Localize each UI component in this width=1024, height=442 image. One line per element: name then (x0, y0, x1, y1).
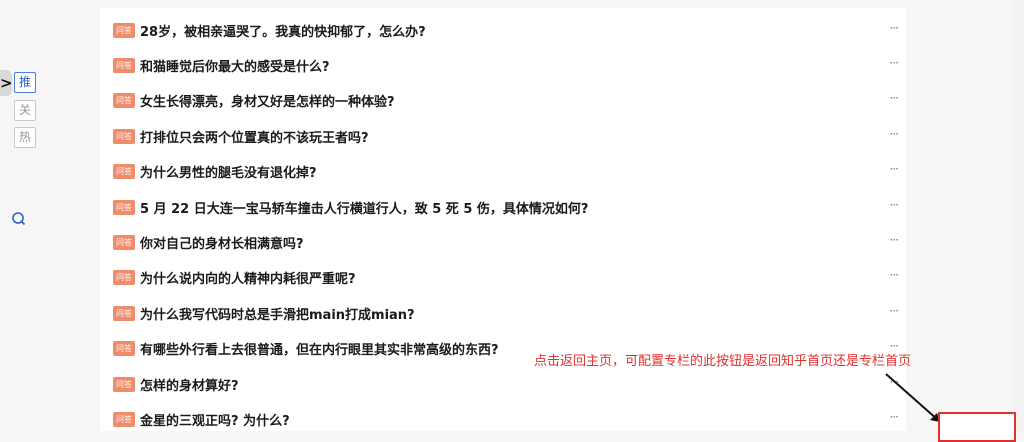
list-item[interactable]: 问答 打排位只会两个位置真的不该玩王者吗? ··· (100, 117, 906, 152)
question-title[interactable]: 为什么我写代码时总是手滑把main打成mian? (140, 304, 415, 323)
list-item[interactable]: 问答 为什么男性的腿毛没有退化掉? ··· (100, 152, 906, 187)
question-title[interactable]: 有哪些外行看上去很普通，但在内行眼里其实非常高级的东西? (140, 339, 499, 358)
qa-badge: 问答 (113, 23, 135, 38)
list-item[interactable]: 问答 和猫睡觉后你最大的感受是什么? ··· (100, 46, 906, 81)
question-title[interactable]: 和猫睡觉后你最大的感受是什么? (140, 56, 330, 75)
list-item[interactable]: 问答 女生长得漂亮，身材又好是怎样的一种体验? ··· (100, 81, 906, 116)
tab-follow[interactable]: 关 (14, 100, 36, 121)
qa-badge: 问答 (113, 341, 135, 356)
list-item[interactable]: 问答 28岁，被相亲逼哭了。我真的快抑郁了，怎么办? ··· (100, 11, 906, 46)
tab-hot[interactable]: 热 (14, 127, 36, 148)
qa-badge: 问答 (113, 306, 135, 321)
question-title[interactable]: 怎样的身材算好? (140, 375, 239, 394)
question-title[interactable]: 为什么男性的腿毛没有退化掉? (140, 162, 317, 181)
list-item[interactable]: 问答 5 月 22 日大连一宝马轿车撞击人行横道行人，致 5 死 5 伤，具体情况… (100, 188, 906, 223)
list-item[interactable]: 问答 金星的三观正吗? 为什么? ··· (100, 400, 906, 435)
list-item[interactable]: 问答 为什么我写代码时总是手滑把main打成mian? ··· (100, 294, 906, 329)
more-options-icon[interactable]: ··· (890, 56, 900, 70)
qa-badge: 问答 (113, 235, 135, 250)
more-options-icon[interactable]: ··· (890, 198, 900, 212)
question-title[interactable]: 打排位只会两个位置真的不该玩王者吗? (140, 127, 369, 146)
list-item[interactable]: 问答 你对自己的身材长相满意吗? ··· (100, 223, 906, 258)
collapse-handle[interactable]: > (0, 70, 13, 96)
list-item[interactable]: 问答 为什么说内向的人精神内耗很严重呢? ··· (100, 258, 906, 293)
more-options-icon[interactable]: ··· (890, 21, 900, 35)
qa-badge: 问答 (113, 58, 135, 73)
more-options-icon[interactable]: ··· (890, 91, 900, 105)
scrollbar[interactable] (1012, 0, 1024, 431)
list-item[interactable]: 问答怎样的身材算好?··· (100, 365, 906, 400)
tab-recommend[interactable]: 推 (14, 72, 36, 93)
qa-badge: 问答 (113, 270, 135, 285)
qa-badge: 问答 (113, 164, 135, 179)
left-nav: > 推 关 热 (0, 0, 60, 431)
question-title[interactable]: 女生长得漂亮，身材又好是怎样的一种体验? (140, 91, 395, 110)
search-icon[interactable] (11, 211, 27, 227)
question-title[interactable]: 5 月 22 日大连一宝马轿车撞击人行横道行人，致 5 死 5 伤，具体情况如何… (140, 198, 588, 217)
more-options-icon[interactable]: ··· (890, 127, 900, 141)
qa-badge: 问答 (113, 200, 135, 215)
question-title[interactable]: 金星的三观正吗? 为什么? (140, 410, 290, 429)
qa-badge: 问答 (113, 412, 135, 427)
qa-badge: 问答 (113, 129, 135, 144)
qa-badge: 问答 (113, 377, 135, 392)
home-button-highlight[interactable] (938, 412, 1016, 442)
more-options-icon[interactable]: ··· (890, 268, 900, 282)
qa-badge: 问答 (113, 93, 135, 108)
annotation-text: 点击返回主页，可配置专栏的此按钮是返回知乎首页还是专栏首页 (534, 354, 912, 369)
more-options-icon[interactable]: ··· (890, 304, 900, 318)
more-options-icon[interactable]: ··· (890, 233, 900, 247)
question-title[interactable]: 28岁，被相亲逼哭了。我真的快抑郁了，怎么办? (140, 21, 426, 40)
more-options-icon[interactable]: ··· (890, 162, 900, 176)
question-title[interactable]: 为什么说内向的人精神内耗很严重呢? (140, 268, 356, 287)
question-title[interactable]: 你对自己的身材长相满意吗? (140, 233, 304, 252)
